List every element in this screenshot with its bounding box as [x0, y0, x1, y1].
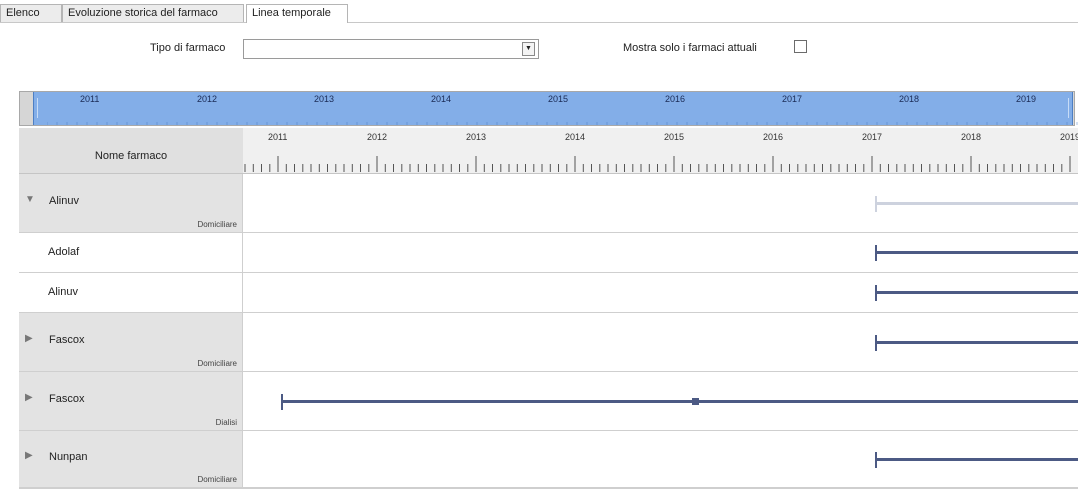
tab-elenco[interactable]: Elenco	[0, 4, 62, 22]
overview-ticks	[47, 122, 1078, 125]
drug-timeline[interactable]	[243, 313, 1078, 371]
drug-name: Fascox	[49, 334, 85, 346]
drug-type-select[interactable]: ▼	[243, 39, 539, 59]
triangle-down-icon[interactable]: ▼	[25, 194, 35, 205]
therapy-bar[interactable]	[875, 341, 1078, 344]
triangle-right-icon[interactable]: ▶	[25, 450, 33, 461]
therapy-change-marker[interactable]	[692, 398, 699, 405]
overview-year-label: 2016	[665, 94, 686, 104]
drug-name: Alinuv	[49, 195, 79, 207]
drug-name-cell: ▶ Fascox Dialisi	[19, 372, 243, 430]
overview-year-label: 2019	[1016, 94, 1037, 104]
drug-name-cell: ▶ Nunpan Domiciliare	[19, 431, 243, 487]
drug-group-row[interactable]: ▶ Fascox Dialisi	[19, 372, 1078, 431]
therapy-bar[interactable]	[875, 202, 1078, 205]
drug-name-cell: ▶ Fascox Domiciliare	[19, 313, 243, 371]
name-column-header-label: Nome farmaco	[94, 150, 168, 162]
drug-row[interactable]: Adolaf	[19, 233, 1078, 273]
triangle-right-icon[interactable]: ▶	[25, 392, 33, 403]
drug-name: Adolaf	[48, 246, 80, 258]
triangle-right-icon[interactable]: ▶	[25, 333, 33, 344]
drug-timeline[interactable]	[243, 233, 1078, 272]
overview-year-label: 2012	[197, 94, 218, 104]
current-only-checkbox[interactable]	[794, 40, 807, 53]
drug-group-row[interactable]: ▶ Nunpan Domiciliare	[19, 431, 1078, 488]
range-left-handle[interactable]	[37, 98, 38, 118]
overview-year-label: 2011	[80, 94, 100, 104]
therapy-bar[interactable]	[281, 400, 1078, 403]
timeline-header: 2011 2012 2013 2014 2015 2016 2017 2018 2019	[243, 128, 1078, 174]
drug-name: Nunpan	[49, 451, 88, 463]
drug-name-cell: Adolaf	[19, 233, 243, 272]
drug-category: Domiciliare	[197, 359, 237, 368]
timeline-ticks	[244, 156, 1071, 172]
drug-category: Domiciliare	[197, 475, 237, 484]
drug-group-row[interactable]: ▼ Alinuv Domiciliare	[19, 174, 1078, 233]
drug-timeline[interactable]	[243, 174, 1078, 232]
therapy-bar[interactable]	[875, 458, 1078, 461]
chevron-down-icon[interactable]: ▼	[522, 42, 535, 56]
tab-linea-temporale[interactable]: Linea temporale	[246, 4, 348, 23]
overview-year-label: 2014	[431, 94, 452, 104]
therapy-bar[interactable]	[875, 251, 1078, 254]
overview-year-label: 2015	[548, 94, 569, 104]
drug-category: Domiciliare	[197, 220, 237, 229]
range-right-handle[interactable]	[1068, 98, 1069, 118]
drug-timeline[interactable]	[243, 372, 1078, 430]
overview-year-label: 2013	[314, 94, 335, 104]
drug-name-cell: Alinuv	[19, 273, 243, 312]
current-only-label: Mostra solo i farmaci attuali	[623, 42, 757, 54]
drug-group-row[interactable]: ▶ Fascox Domiciliare	[19, 313, 1078, 372]
drug-name: Alinuv	[48, 286, 78, 298]
timeline-overview[interactable]: 2011 2012 2013 2014 2015 2016 2017 2018 2019	[19, 91, 1078, 126]
drug-timeline[interactable]	[243, 431, 1078, 487]
grid-bottom-border	[19, 488, 1078, 489]
tab-bar: Elenco Evoluzione storica del farmaco Li…	[0, 0, 1078, 23]
overview-year-label: 2017	[782, 94, 803, 104]
tab-evoluzione-storica[interactable]: Evoluzione storica del farmaco	[62, 4, 244, 22]
drug-category: Dialisi	[215, 418, 237, 427]
drug-name-cell: ▼ Alinuv Domiciliare	[19, 174, 243, 232]
drug-type-label: Tipo di farmaco	[150, 42, 226, 54]
drug-name: Fascox	[49, 393, 85, 405]
drug-row[interactable]: Alinuv	[19, 273, 1078, 313]
overview-year-label: 2018	[899, 94, 920, 104]
drug-timeline[interactable]	[243, 273, 1078, 312]
name-column-header: Nome farmaco	[19, 128, 243, 174]
therapy-bar[interactable]	[875, 291, 1078, 294]
